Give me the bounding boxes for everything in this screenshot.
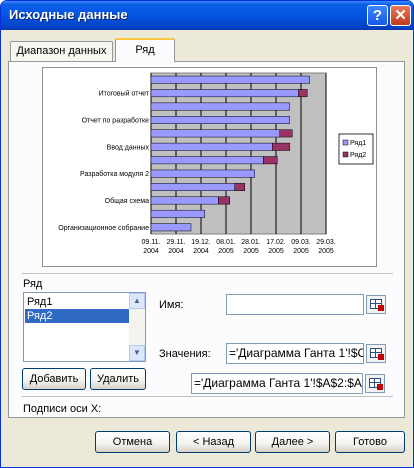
bar-series-2 xyxy=(298,89,308,98)
name-range-button[interactable] xyxy=(366,295,386,314)
add-series-button[interactable]: Добавить xyxy=(22,368,86,390)
axis-labels-field[interactable]: ='Диаграмма Ганта 1'!$A$2:$A$13 xyxy=(191,373,363,394)
separator xyxy=(22,396,393,397)
help-button[interactable]: ? xyxy=(367,5,388,26)
next-button[interactable]: Далее > xyxy=(255,431,330,453)
axis-labels-range-button[interactable] xyxy=(365,374,385,393)
bar-series-2 xyxy=(263,156,278,165)
finish-button[interactable]: Готово xyxy=(335,431,405,453)
series-listbox[interactable]: Ряд1 Ряд2 ▲ ▼ xyxy=(23,292,146,362)
x-tick-label: 19.12. 2004 xyxy=(191,239,211,255)
legend-swatch xyxy=(342,151,349,158)
chart-preview: 09.11. 2004 29.11. 2004 19.12. 2004 08.01. 2005… xyxy=(42,67,377,267)
bar-series-1 xyxy=(150,196,219,205)
values-field[interactable]: ='Диаграмма Ганта 1'!$C$3 xyxy=(226,343,364,364)
bar-series-2 xyxy=(272,142,290,151)
bar-series-1 xyxy=(150,75,310,84)
bar-series-1 xyxy=(150,102,290,111)
tab-panel: 09.11. 2004 29.11. 2004 19.12. 2004 08.01. 2005… xyxy=(8,61,405,418)
delete-series-button[interactable]: Удалить xyxy=(90,368,146,390)
legend-box xyxy=(338,133,374,165)
scroll-down-icon[interactable]: ▼ xyxy=(129,345,145,361)
x-tick-label: 17.02. 2005 xyxy=(266,239,286,255)
dialog-body: Диапазон данных Ряд 09.11. 2004 29.11. 2004… xyxy=(4,30,410,464)
y-category-label: Общая схема xyxy=(105,197,149,205)
separator xyxy=(22,273,393,274)
bar-series-1 xyxy=(150,129,280,138)
bar-series-2 xyxy=(234,183,245,191)
gantt-chart: 09.11. 2004 29.11. 2004 19.12. 2004 08.01. 2005… xyxy=(58,72,374,255)
title-bar[interactable]: Исходные данные ? ✕ xyxy=(1,1,413,30)
bar-series-1 xyxy=(150,169,255,178)
y-category-label: Отчет по разработке xyxy=(82,116,150,124)
plot-area xyxy=(150,72,327,235)
bar-series-2 xyxy=(279,129,293,138)
tab-data-range[interactable]: Диапазон данных xyxy=(10,41,113,61)
list-item-selected[interactable]: Ряд2 xyxy=(25,309,129,323)
x-tick-label: 09.11. 2004 xyxy=(142,239,161,255)
x-tick-label: 09.03. 2005 xyxy=(291,239,311,255)
close-icon: ✕ xyxy=(394,7,407,24)
x-tick-label: 08.01. 2005 xyxy=(216,239,236,255)
y-category-label: Ввод данных xyxy=(107,144,150,151)
back-button[interactable]: < Назад xyxy=(176,431,251,453)
legend-swatch xyxy=(342,139,349,146)
scroll-up-icon[interactable]: ▲ xyxy=(129,293,145,309)
y-category-label: Разработка модуля 2 xyxy=(80,170,149,178)
cancel-button[interactable]: Отмена xyxy=(95,431,170,453)
bar-series-1 xyxy=(150,156,264,165)
legend-label: Ряд1 xyxy=(350,140,366,147)
legend-label: Ряд2 xyxy=(350,152,366,159)
values-label: Значения: xyxy=(159,348,211,360)
name-label: Имя: xyxy=(159,299,184,311)
list-item[interactable]: Ряд1 xyxy=(25,295,129,309)
bar-series-1 xyxy=(150,223,192,232)
axis-labels-label: Подписи оси X: xyxy=(23,403,102,415)
name-field[interactable] xyxy=(226,294,364,315)
tab-series[interactable]: Ряд xyxy=(115,38,175,62)
y-category-label: Итоговый отчет xyxy=(99,90,150,98)
bar-series-1 xyxy=(150,142,273,151)
listbox-scrollbar[interactable]: ▲ ▼ xyxy=(129,293,145,361)
bar-series-2 xyxy=(218,196,230,205)
bar-series-1 xyxy=(150,116,290,124)
x-tick-label: 28.01. 2005 xyxy=(241,239,261,255)
values-range-button[interactable] xyxy=(366,344,386,363)
y-category-label: Организационное собрание xyxy=(58,224,149,232)
bar-series-1 xyxy=(150,89,299,98)
bar-series-1 xyxy=(150,209,205,218)
series-group-label: Ряд xyxy=(23,278,43,290)
window-title: Исходные данные xyxy=(9,7,128,22)
x-tick-label: 29.03. 2005 xyxy=(316,239,336,255)
question-icon: ? xyxy=(372,7,383,24)
bar-series-1 xyxy=(150,183,235,191)
close-button[interactable]: ✕ xyxy=(390,5,411,26)
x-tick-label: 29.11. 2004 xyxy=(167,239,186,255)
dialog-window: Исходные данные ? ✕ Диапазон данных Ряд … xyxy=(0,0,414,468)
